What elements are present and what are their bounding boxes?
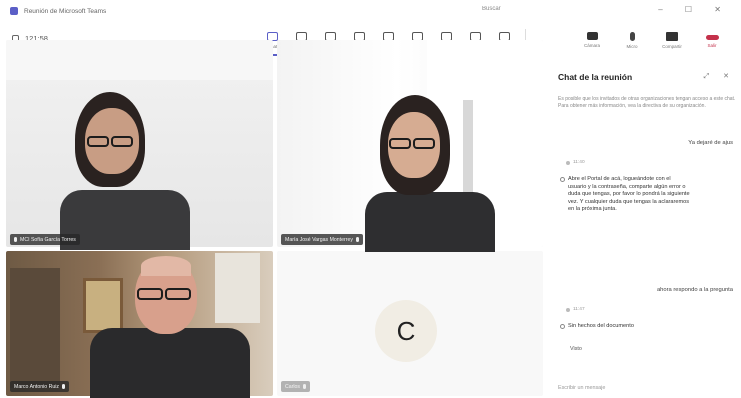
share-icon <box>666 31 678 41</box>
leave-button[interactable]: Salir <box>692 24 732 56</box>
microphone-icon <box>14 237 17 242</box>
chat-message-meta: 11:47 <box>566 307 585 312</box>
chat-message-meta: 11:40 <box>566 160 585 165</box>
avatar <box>566 307 570 312</box>
chat-title: Chat de la reunión <box>558 72 633 82</box>
glasses-left <box>87 136 109 147</box>
camera-icon <box>586 32 598 40</box>
camera-button[interactable]: Cámara <box>572 24 612 56</box>
participant-name: Carlos <box>285 383 300 390</box>
microphone-icon <box>303 384 306 389</box>
chat-message-received: Sin hechos del documento <box>560 323 710 331</box>
chat-message-sent: Ya dejaré de ajus <box>688 140 733 146</box>
participant-name: MCI Sofía García Torres <box>20 236 76 243</box>
title-bar: Reunión de Microsoft Teams Buscar – ☐ ✕ <box>0 0 741 22</box>
person-body <box>365 192 495 252</box>
teams-logo-icon <box>10 7 18 15</box>
microphone-icon <box>61 384 65 389</box>
camera-button-label: Cámara <box>583 43 600 48</box>
chat-compose-input[interactable]: Escribir un mensaje <box>558 385 605 391</box>
seen-indicator: Visto <box>570 346 582 352</box>
meeting-chat-panel: Chat de la reunión ⤢ ✕ Es posible que lo… <box>552 60 741 398</box>
chat-message-text: Sin hechos del documento <box>568 323 634 329</box>
chat-message-time: 11:40 <box>573 160 585 165</box>
person-scalp <box>141 256 191 276</box>
chat-message-sent: ahora respondo a la pregunta <box>656 287 733 293</box>
window-controls[interactable]: – ☐ ✕ <box>658 5 731 14</box>
reply-icon[interactable] <box>560 324 565 329</box>
microphone-icon <box>355 237 359 242</box>
participant-name: María José Vargas Monterrey <box>285 236 353 243</box>
glasses-left <box>389 138 411 149</box>
leave-button-label: Salir <box>707 42 717 48</box>
reply-icon[interactable] <box>560 177 565 182</box>
background-window <box>215 253 260 323</box>
share-button-label: Compartir <box>662 43 682 49</box>
microphone-button-label: Micro <box>626 43 638 49</box>
media-controls: Cámara Micro Compartir Salir <box>572 24 732 56</box>
microphone-button[interactable]: Micro <box>612 24 652 56</box>
glasses-right <box>165 288 191 300</box>
chat-message-received: Abre el Portal de acá, logueándote con e… <box>560 176 690 214</box>
chat-message-time: 11:47 <box>573 307 585 312</box>
share-button[interactable]: Compartir <box>652 24 692 56</box>
participant-name: Marco Antonio Ruiz <box>14 383 59 390</box>
glasses-right <box>413 138 435 149</box>
chat-message-text: Abre el Portal de acá, logueándote con e… <box>568 176 690 213</box>
avatar <box>566 160 570 165</box>
background-shelf <box>10 268 60 388</box>
search-input[interactable]: Buscar <box>482 6 672 16</box>
window-title: Reunión de Microsoft Teams <box>24 7 107 15</box>
leave-icon <box>705 34 719 40</box>
background-painting <box>83 278 123 333</box>
background-wall <box>6 40 273 80</box>
participant-name-tag: Marco Antonio Ruiz <box>10 381 69 392</box>
person-body <box>90 328 250 398</box>
participant-name-tag: Carlos <box>281 381 310 392</box>
participant-avatar: C <box>375 300 437 362</box>
chat-notice: Es posible que los invitados de otras or… <box>558 96 736 109</box>
glasses-right <box>111 136 133 147</box>
microphone-icon <box>629 31 635 41</box>
participant-name-tag: MCI Sofía García Torres <box>10 234 80 245</box>
glasses-left <box>137 288 163 300</box>
chat-panel-controls[interactable]: ⤢ ✕ <box>704 72 735 81</box>
participant-name-tag: María José Vargas Monterrey <box>281 234 363 245</box>
